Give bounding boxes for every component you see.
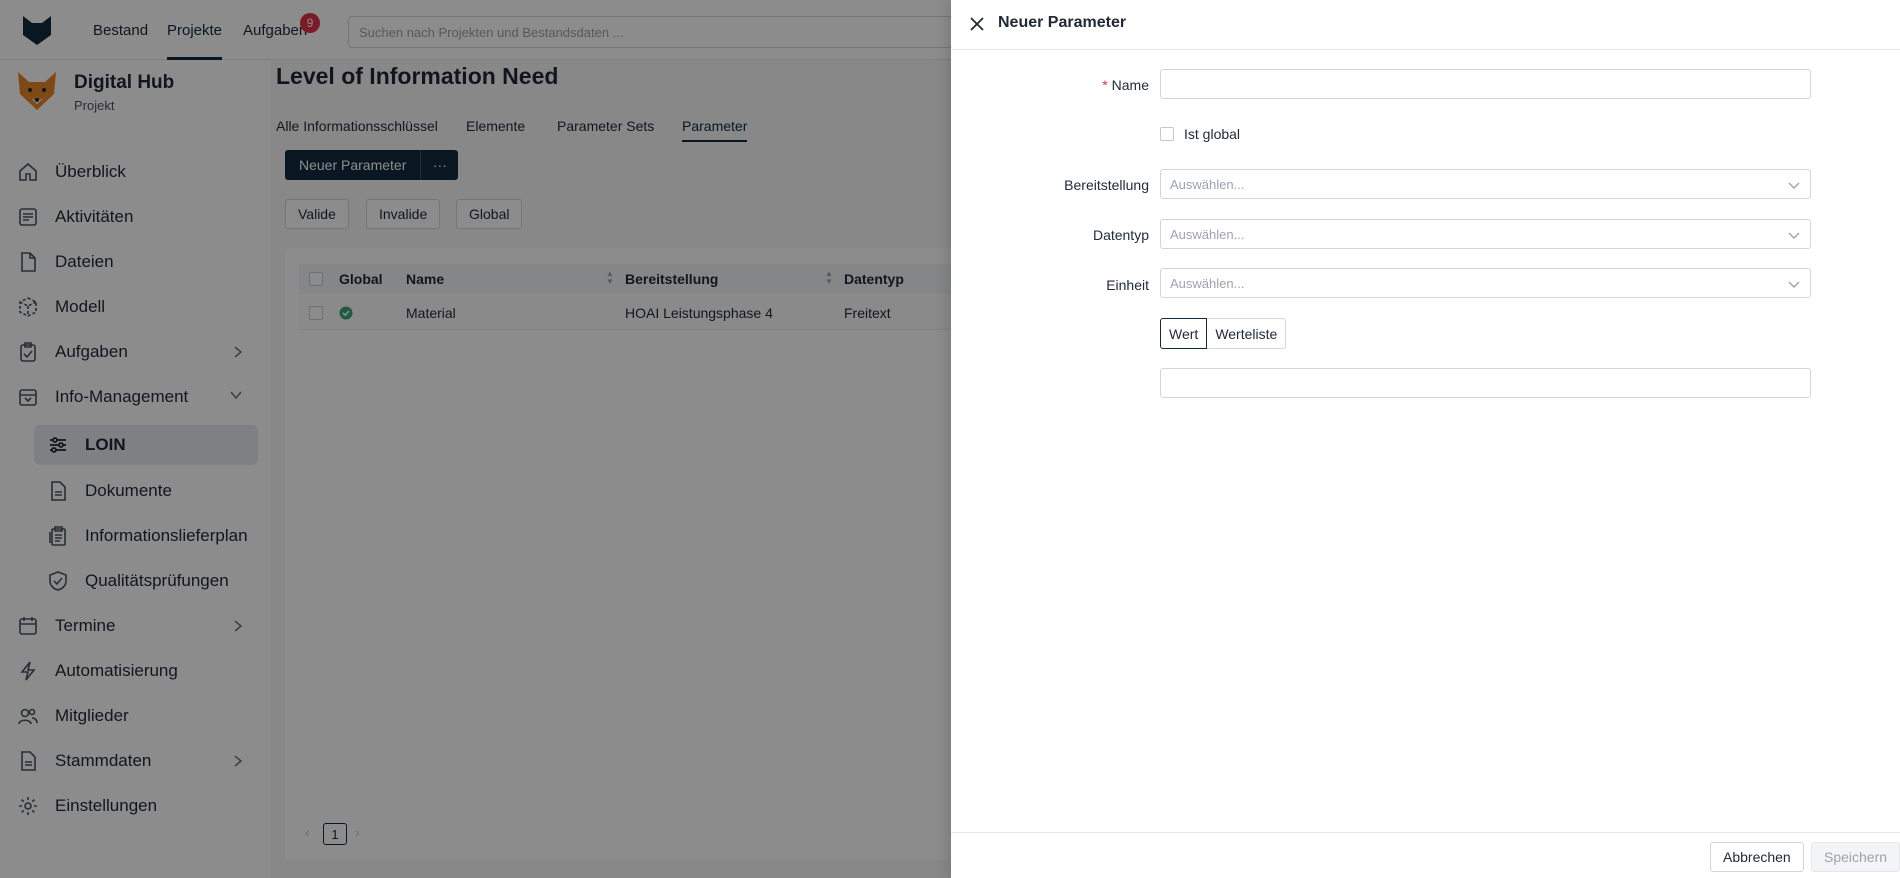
wert-option[interactable]: Wert [1160, 318, 1208, 349]
drawer-title: Neuer Parameter [998, 14, 1127, 31]
new-parameter-drawer [951, 0, 1900, 878]
einheit-label: Einheit [1106, 277, 1149, 293]
chevron-down-icon [1788, 182, 1800, 189]
save-button[interactable]: Speichern [1811, 842, 1900, 872]
checkbox-box[interactable] [1160, 127, 1174, 141]
datentyp-label: Datentyp [1092, 227, 1149, 243]
bereitstellung-label: Bereitstellung [1064, 177, 1149, 193]
werteliste-option[interactable]: Werteliste [1207, 318, 1287, 349]
chevron-down-icon [1788, 281, 1800, 288]
name-input[interactable] [1160, 69, 1811, 99]
close-button[interactable] [966, 13, 988, 35]
value-mode-toggle: Wert Werteliste [1160, 318, 1287, 349]
cancel-button[interactable]: Abbrechen [1710, 842, 1804, 872]
modal-overlay[interactable] [0, 0, 951, 878]
ist-global-checkbox[interactable]: Ist global [1160, 126, 1240, 142]
datentyp-select[interactable]: Auswählen... [1160, 219, 1811, 249]
name-label: * Name [1102, 77, 1149, 93]
bereitstellung-select[interactable]: Auswählen... [1160, 169, 1811, 199]
einheit-select[interactable]: Auswählen... [1160, 268, 1811, 298]
value-input[interactable] [1160, 368, 1811, 398]
ist-global-label: Ist global [1184, 126, 1241, 142]
chevron-down-icon [1788, 232, 1800, 239]
close-icon [970, 17, 984, 31]
